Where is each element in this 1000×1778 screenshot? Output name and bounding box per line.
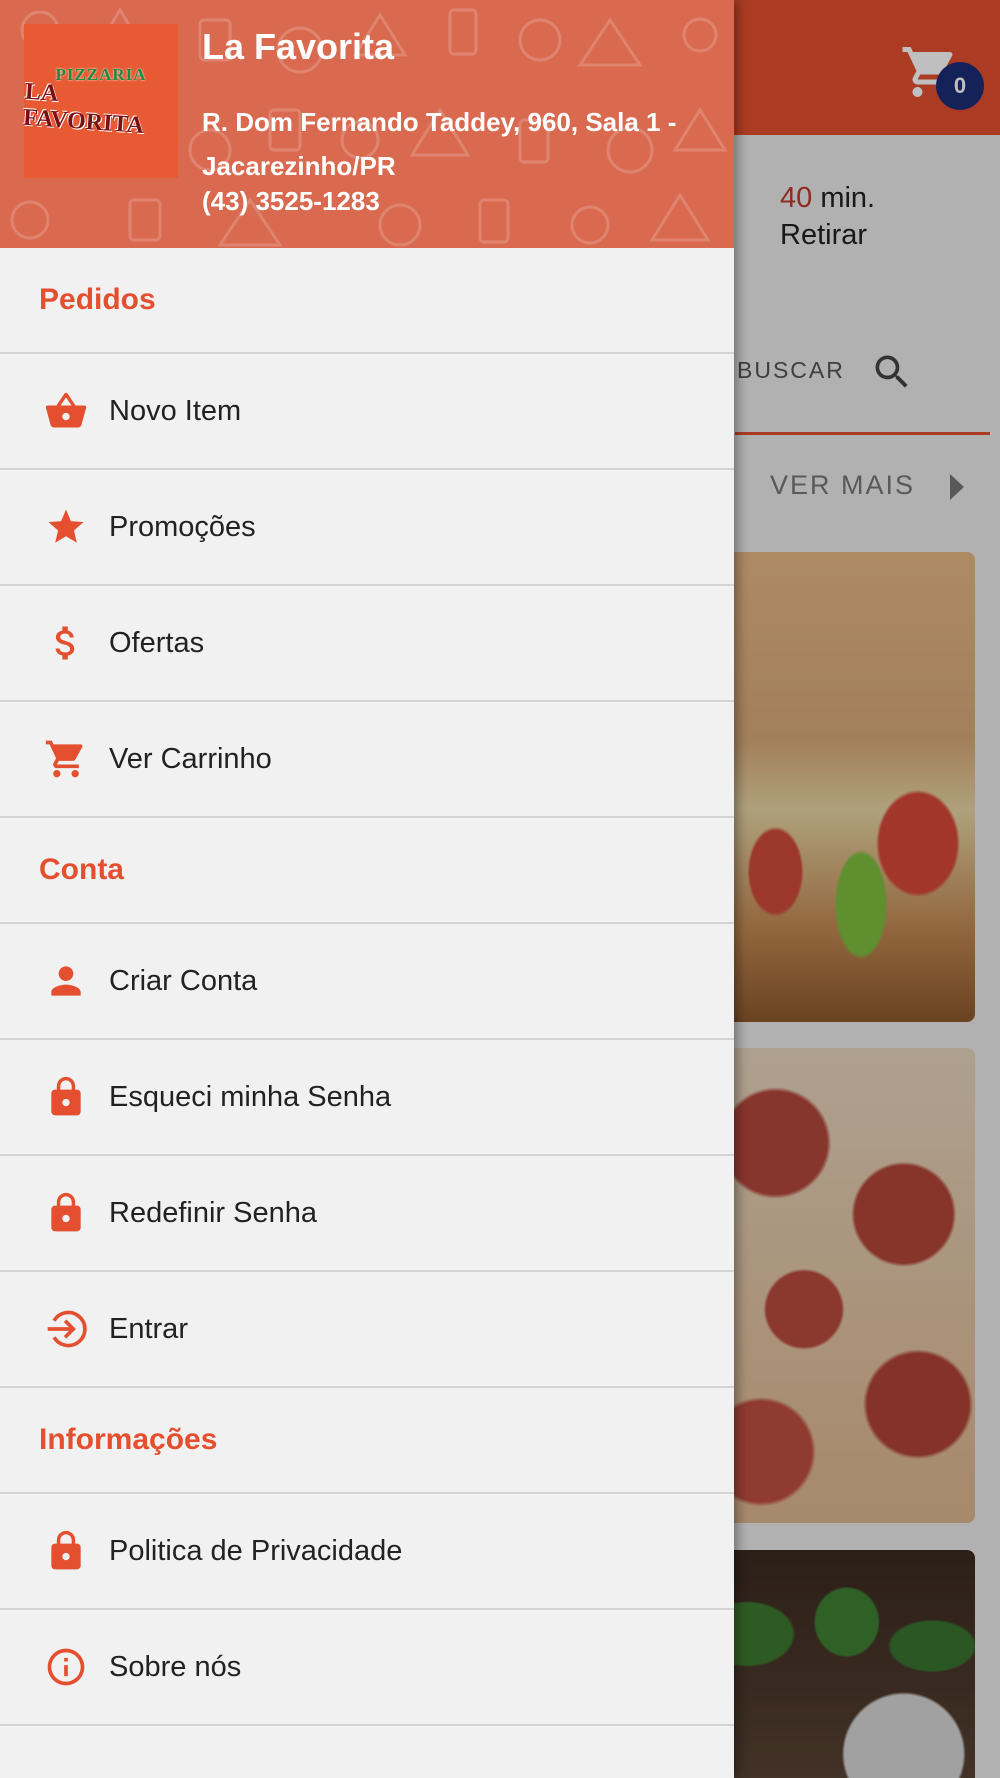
menu-item-label: Ofertas <box>109 626 205 659</box>
lock-icon <box>36 1530 96 1572</box>
drawer-header: PIZZARIA LA FAVORITA La Favorita R. Dom … <box>0 0 734 248</box>
section-title-conta: Conta <box>0 818 734 924</box>
section-title-informacoes: Informações <box>0 1388 734 1494</box>
star-icon <box>36 506 96 548</box>
menu-item-label: Criar Conta <box>109 964 258 997</box>
logo-title: LA FAVORITA <box>22 78 145 139</box>
drawer-menu: Pedidos Novo Item Promoções Ofertas Ver … <box>0 248 734 1726</box>
menu-item-entrar[interactable]: Entrar <box>0 1272 734 1388</box>
menu-item-esqueci-senha[interactable]: Esqueci minha Senha <box>0 1040 734 1156</box>
menu-item-label: Politica de Privacidade <box>109 1534 403 1567</box>
store-logo: PIZZARIA LA FAVORITA <box>22 24 178 178</box>
menu-item-politica-privacidade[interactable]: Politica de Privacidade <box>0 1494 734 1610</box>
person-icon <box>36 960 96 1002</box>
menu-item-label: Redefinir Senha <box>109 1196 317 1229</box>
basket-icon <box>36 390 96 432</box>
store-address: R. Dom Fernando Taddey, 960, Sala 1 - Ja… <box>202 107 677 181</box>
navigation-drawer: PIZZARIA LA FAVORITA La Favorita R. Dom … <box>0 0 734 1778</box>
menu-item-label: Promoções <box>109 510 256 543</box>
menu-item-ofertas[interactable]: Ofertas <box>0 586 734 702</box>
login-icon <box>36 1308 96 1350</box>
lock-icon <box>36 1192 96 1234</box>
cart-icon <box>36 738 96 780</box>
menu-item-label: Esqueci minha Senha <box>109 1080 392 1113</box>
menu-item-novo-item[interactable]: Novo Item <box>0 354 734 470</box>
store-phone: (43) 3525-1283 <box>202 186 380 216</box>
store-name: La Favorita <box>202 26 395 67</box>
info-icon <box>36 1646 96 1688</box>
menu-item-label: Entrar <box>109 1312 188 1345</box>
menu-item-ver-carrinho[interactable]: Ver Carrinho <box>0 702 734 818</box>
dollar-icon <box>36 622 96 664</box>
lock-icon <box>36 1076 96 1118</box>
menu-item-label: Novo Item <box>109 394 242 427</box>
section-title-pedidos: Pedidos <box>0 248 734 354</box>
menu-item-label: Ver Carrinho <box>109 742 272 775</box>
menu-item-criar-conta[interactable]: Criar Conta <box>0 924 734 1040</box>
menu-item-redefinir-senha[interactable]: Redefinir Senha <box>0 1156 734 1272</box>
menu-item-sobre-nos[interactable]: Sobre nós <box>0 1610 734 1726</box>
menu-item-label: Sobre nós <box>109 1650 242 1683</box>
menu-item-promocoes[interactable]: Promoções <box>0 470 734 586</box>
